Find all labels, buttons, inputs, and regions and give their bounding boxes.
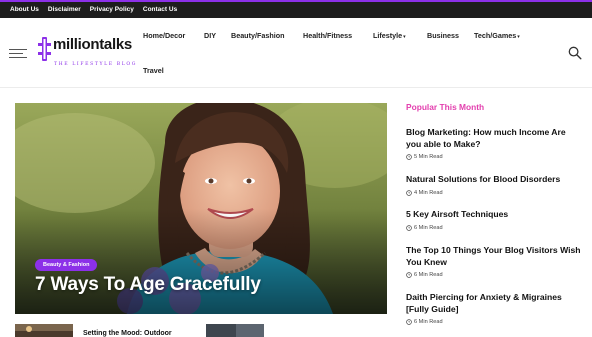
thumbnail-image — [206, 324, 264, 337]
read-time: 5 Min Read — [406, 154, 582, 160]
popular-item-title[interactable]: Natural Solutions for Blood Disorders — [406, 174, 582, 186]
clock-icon — [406, 189, 412, 196]
site-header: milliontalks THE LIFESTYLE BLOG Home/Dec… — [0, 18, 592, 88]
read-time-label: 6 Min Read — [414, 224, 443, 231]
popular-item-title[interactable]: Blog Marketing: How much Income Are you … — [406, 127, 582, 150]
top-link-about-us[interactable]: About Us — [10, 6, 39, 13]
popular-item-title[interactable]: Daith Piercing for Anxiety & Migraines [… — [406, 292, 582, 315]
popular-item: The Top 10 Things Your Blog Visitors Wis… — [406, 245, 582, 278]
logo-tagline: THE LIFESTYLE BLOG — [54, 62, 138, 67]
chevron-down-icon: ▾ — [517, 34, 520, 40]
popular-item: 5 Key Airsoft Techniques 6 Min Read — [406, 209, 582, 231]
nav-health-fitness[interactable]: Health/Fitness — [303, 31, 352, 40]
thumbnail-image — [15, 324, 73, 337]
chevron-down-icon: ▾ — [403, 34, 406, 40]
popular-heading: Popular This Month — [406, 102, 485, 112]
logo-name: milliontalks — [53, 36, 132, 53]
article-thumbnail[interactable] — [206, 324, 264, 337]
featured-title[interactable]: 7 Ways To Age Gracefully — [35, 274, 261, 296]
popular-item: Natural Solutions for Blood Disorders 4 … — [406, 174, 582, 196]
nav-tech-games-label: Tech/Games — [474, 31, 517, 40]
popular-item-title[interactable]: The Top 10 Things Your Blog Visitors Wis… — [406, 245, 582, 268]
nav-lifestyle-label: Lifestyle — [373, 31, 403, 40]
nav-beauty-fashion[interactable]: Beauty/Fashion — [231, 31, 285, 40]
read-time: 6 Min Read — [406, 319, 582, 325]
popular-item: Daith Piercing for Anxiety & Migraines [… — [406, 292, 582, 325]
logo-mark-icon — [38, 37, 51, 61]
clock-icon — [406, 154, 412, 160]
article-thumbnail[interactable] — [15, 324, 73, 337]
read-time: 6 Min Read — [406, 272, 582, 278]
featured-article[interactable]: Beauty & Fashion 7 Ways To Age Gracefull… — [15, 103, 387, 314]
search-icon[interactable] — [568, 46, 582, 60]
site-logo[interactable]: milliontalks THE LIFESTYLE BLOG — [38, 36, 138, 70]
nav-diy[interactable]: DIY — [204, 31, 216, 40]
top-bar: About Us Disclaimer Privacy Policy Conta… — [0, 0, 592, 18]
clock-icon — [406, 319, 412, 325]
nav-lifestyle[interactable]: Lifestyle▾ — [373, 31, 406, 40]
top-accent-line — [0, 0, 592, 2]
top-link-contact-us[interactable]: Contact Us — [143, 6, 177, 13]
top-links: About Us Disclaimer Privacy Policy Conta… — [10, 6, 177, 13]
top-link-privacy-policy[interactable]: Privacy Policy — [90, 6, 134, 13]
article-title[interactable]: Setting the Mood: Outdoor — [83, 330, 172, 337]
popular-item: Blog Marketing: How much Income Are you … — [406, 127, 582, 160]
category-badge[interactable]: Beauty & Fashion — [35, 259, 98, 271]
read-time: 6 Min Read — [406, 225, 582, 231]
clock-icon — [406, 224, 412, 231]
read-time: 4 Min Read — [406, 190, 582, 196]
nav-home-decor[interactable]: Home/Decor — [143, 31, 185, 40]
top-link-disclaimer[interactable]: Disclaimer — [48, 6, 81, 13]
clock-icon — [406, 272, 412, 278]
hamburger-icon[interactable] — [9, 49, 27, 59]
read-time-label: 6 Min Read — [414, 319, 443, 326]
nav-tech-games[interactable]: Tech/Games▾ — [474, 31, 520, 40]
popular-item-title[interactable]: 5 Key Airsoft Techniques — [406, 209, 582, 221]
nav-travel[interactable]: Travel — [143, 66, 164, 75]
read-time-label: 4 Min Read — [414, 189, 443, 196]
nav-business[interactable]: Business — [427, 31, 459, 40]
read-time-label: 5 Min Read — [414, 154, 443, 161]
read-time-label: 6 Min Read — [414, 272, 443, 279]
